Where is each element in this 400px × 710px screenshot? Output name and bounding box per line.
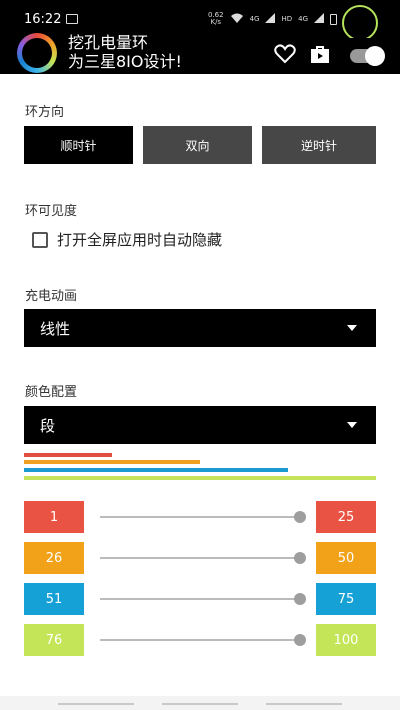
charge-animation-title: 充电动画 <box>25 289 78 304</box>
counterclockwise-button[interactable]: 逆时针 <box>262 126 376 164</box>
color-config-dropdown[interactable]: 段 <box>24 406 376 444</box>
nav-indicator-right <box>266 703 342 705</box>
app-title: 挖孔电量环 为三星8IO设计! <box>68 33 182 71</box>
navigation-bar <box>0 696 400 710</box>
range-min-box[interactable]: 51 <box>24 583 84 615</box>
image-notification-icon <box>66 14 78 24</box>
range-max-box[interactable]: 75 <box>316 583 376 615</box>
status-time: 16:22 <box>24 12 62 27</box>
range-slider-thumb[interactable] <box>294 552 306 564</box>
color-preview-bar <box>24 460 200 464</box>
color-config-value: 段 <box>40 416 56 435</box>
app-bar: 挖孔电量环 为三星8IO设计! <box>0 33 400 74</box>
auto-hide-label: 打开全屏应用时自动隐藏 <box>57 231 223 249</box>
hd-label: HD <box>281 14 293 23</box>
status-bar: 16:22 0.62 K/s 4G HD 4G <box>0 0 400 41</box>
range-slider-thumb[interactable] <box>294 511 306 523</box>
appbar-actions <box>274 44 385 68</box>
app-logo-icon <box>17 33 57 73</box>
auto-hide-checkbox[interactable] <box>32 231 48 248</box>
range-slider-track[interactable] <box>100 516 300 518</box>
range-min-box[interactable]: 26 <box>24 542 84 574</box>
range-slider-track[interactable] <box>100 557 300 559</box>
range-max-box[interactable]: 25 <box>316 501 376 533</box>
charge-animation-value: 线性 <box>40 319 71 338</box>
range-min-box[interactable]: 76 <box>24 624 84 656</box>
color-preview-bar <box>24 468 288 472</box>
battery-icon <box>330 13 338 25</box>
toggle-switch[interactable] <box>350 46 385 66</box>
dropdown-arrow-icon <box>347 422 357 428</box>
nav-indicator-left <box>58 703 134 705</box>
app-title-line2: 为三星8IO设计! <box>68 52 182 71</box>
range-slider-thumb[interactable] <box>294 634 306 646</box>
signal-icon-2 <box>314 13 325 25</box>
charge-animation-dropdown[interactable]: 线性 <box>24 309 376 347</box>
dropdown-arrow-icon <box>347 325 357 331</box>
signal-label-2: 4G <box>298 14 309 23</box>
network-speed: 0.62 K/s <box>208 11 224 26</box>
wifi-icon <box>230 13 244 26</box>
color-config-title: 颜色配置 <box>25 385 78 400</box>
range-slider-track[interactable] <box>100 598 300 600</box>
app-title-line1: 挖孔电量环 <box>68 33 149 52</box>
store-icon[interactable] <box>310 44 330 68</box>
ring-direction-title: 环方向 <box>25 105 65 120</box>
color-preview-bar <box>24 476 376 480</box>
range-slider-thumb[interactable] <box>294 593 306 605</box>
signal-icon-1 <box>265 13 276 25</box>
signal-label-1: 4G <box>249 14 260 23</box>
range-max-box[interactable]: 50 <box>316 542 376 574</box>
range-slider-track[interactable] <box>100 639 300 641</box>
range-min-box[interactable]: 1 <box>24 501 84 533</box>
range-max-box[interactable]: 100 <box>316 624 376 656</box>
clockwise-button[interactable]: 顺时针 <box>24 126 133 164</box>
ring-visibility-title: 环可见度 <box>25 204 78 219</box>
bidirectional-button[interactable]: 双向 <box>143 126 252 164</box>
color-preview-bar <box>24 453 112 457</box>
nav-indicator-center <box>162 703 238 705</box>
camera-ring-icon <box>342 5 378 41</box>
heart-icon[interactable] <box>274 44 296 68</box>
status-indicators: 0.62 K/s 4G HD 4G <box>208 11 338 26</box>
auto-hide-option[interactable]: 打开全屏应用时自动隐藏 <box>32 229 222 250</box>
